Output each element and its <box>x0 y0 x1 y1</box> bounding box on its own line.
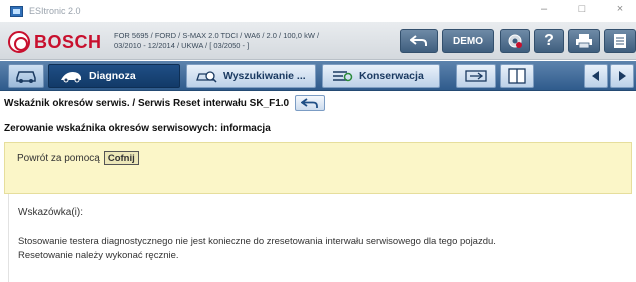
back-arrow-icon <box>301 97 319 108</box>
breadcrumb-text: Wskaźnik okresów serwis. / Serwis Reset … <box>4 97 290 109</box>
connector-icon <box>465 70 487 82</box>
arrow-left-icon <box>592 71 599 81</box>
content-divider <box>8 194 9 282</box>
more-button[interactable] <box>604 29 636 53</box>
info-panel: Powrót za pomocą Cofnij <box>4 142 632 194</box>
tab-search-label: Wyszukiwanie ... <box>223 70 306 82</box>
main-toolbar: Diagnoza Wyszukiwanie ... Konserwacja <box>0 61 636 91</box>
settings-button[interactable] <box>500 29 530 53</box>
car-search-icon <box>195 68 217 84</box>
vehicle-info: FOR 5695 / FORD / S-MAX 2.0 TDCI / WA6 /… <box>114 31 319 51</box>
app-header: BOSCH FOR 5695 / FORD / S-MAX 2.0 TDCI /… <box>0 22 636 60</box>
window-controls: – □ × <box>538 3 626 15</box>
next-button[interactable] <box>610 64 634 88</box>
gear-icon <box>508 34 522 48</box>
bosch-logo-icon <box>8 31 30 53</box>
maintenance-icon <box>331 68 353 84</box>
printer-icon <box>576 34 592 49</box>
window-title: ESItronic 2.0 <box>29 6 81 16</box>
vehicle-info-line: FOR 5695 / FORD / S-MAX 2.0 TDCI / WA6 /… <box>114 31 320 40</box>
hint-label: Wskazówka(i): <box>18 207 84 218</box>
tab-diagnosis-label: Diagnoza <box>89 70 136 82</box>
minimize-button[interactable]: – <box>538 3 550 15</box>
close-button[interactable]: × <box>614 3 626 15</box>
back-arrow-icon <box>410 35 427 46</box>
arrow-right-icon <box>619 71 626 81</box>
breadcrumb-back-button[interactable] <box>295 95 326 111</box>
document-icon <box>614 34 626 48</box>
hint-text: Resetowanie należy wykonać ręcznie. <box>18 250 179 261</box>
tab-search[interactable]: Wyszukiwanie ... <box>186 64 316 88</box>
header-back-button[interactable] <box>400 29 438 53</box>
help-button[interactable]: ? <box>534 29 564 53</box>
brand-name: BOSCH <box>34 32 102 52</box>
maximize-button[interactable]: □ <box>576 3 588 15</box>
tab-diagnosis[interactable]: Diagnoza <box>48 64 180 88</box>
app-icon <box>10 5 23 17</box>
tab-maintenance-label: Konserwacja <box>359 70 424 82</box>
page-title: Zerowanie wskaźnika okresów serwisowych:… <box>4 123 271 134</box>
print-button[interactable] <box>568 29 600 53</box>
previous-button[interactable] <box>584 64 608 88</box>
connection-button[interactable] <box>456 64 496 88</box>
demo-button[interactable]: DEMO <box>442 29 494 53</box>
vehicle-button[interactable] <box>8 64 44 88</box>
info-message: Powrót za pomocą Cofnij <box>17 151 139 165</box>
vehicle-info-line: 03/2010 - 12/2014 / UKWA / [ 03/2050 - ] <box>114 41 250 50</box>
split-view-button[interactable] <box>500 64 534 88</box>
car-diagnosis-icon <box>59 69 83 83</box>
window-title-bar: ESItronic 2.0 – □ × <box>0 0 636 22</box>
car-icon <box>16 71 36 83</box>
split-view-icon <box>508 68 526 84</box>
tab-maintenance[interactable]: Konserwacja <box>322 64 440 88</box>
breadcrumb: Wskaźnik okresów serwis. / Serwis Reset … <box>0 92 636 114</box>
cofnij-button[interactable]: Cofnij <box>103 151 139 165</box>
hint-text: Stosowanie testera diagnostycznego nie j… <box>18 236 496 247</box>
info-text: Powrót za pomocą <box>17 152 100 164</box>
